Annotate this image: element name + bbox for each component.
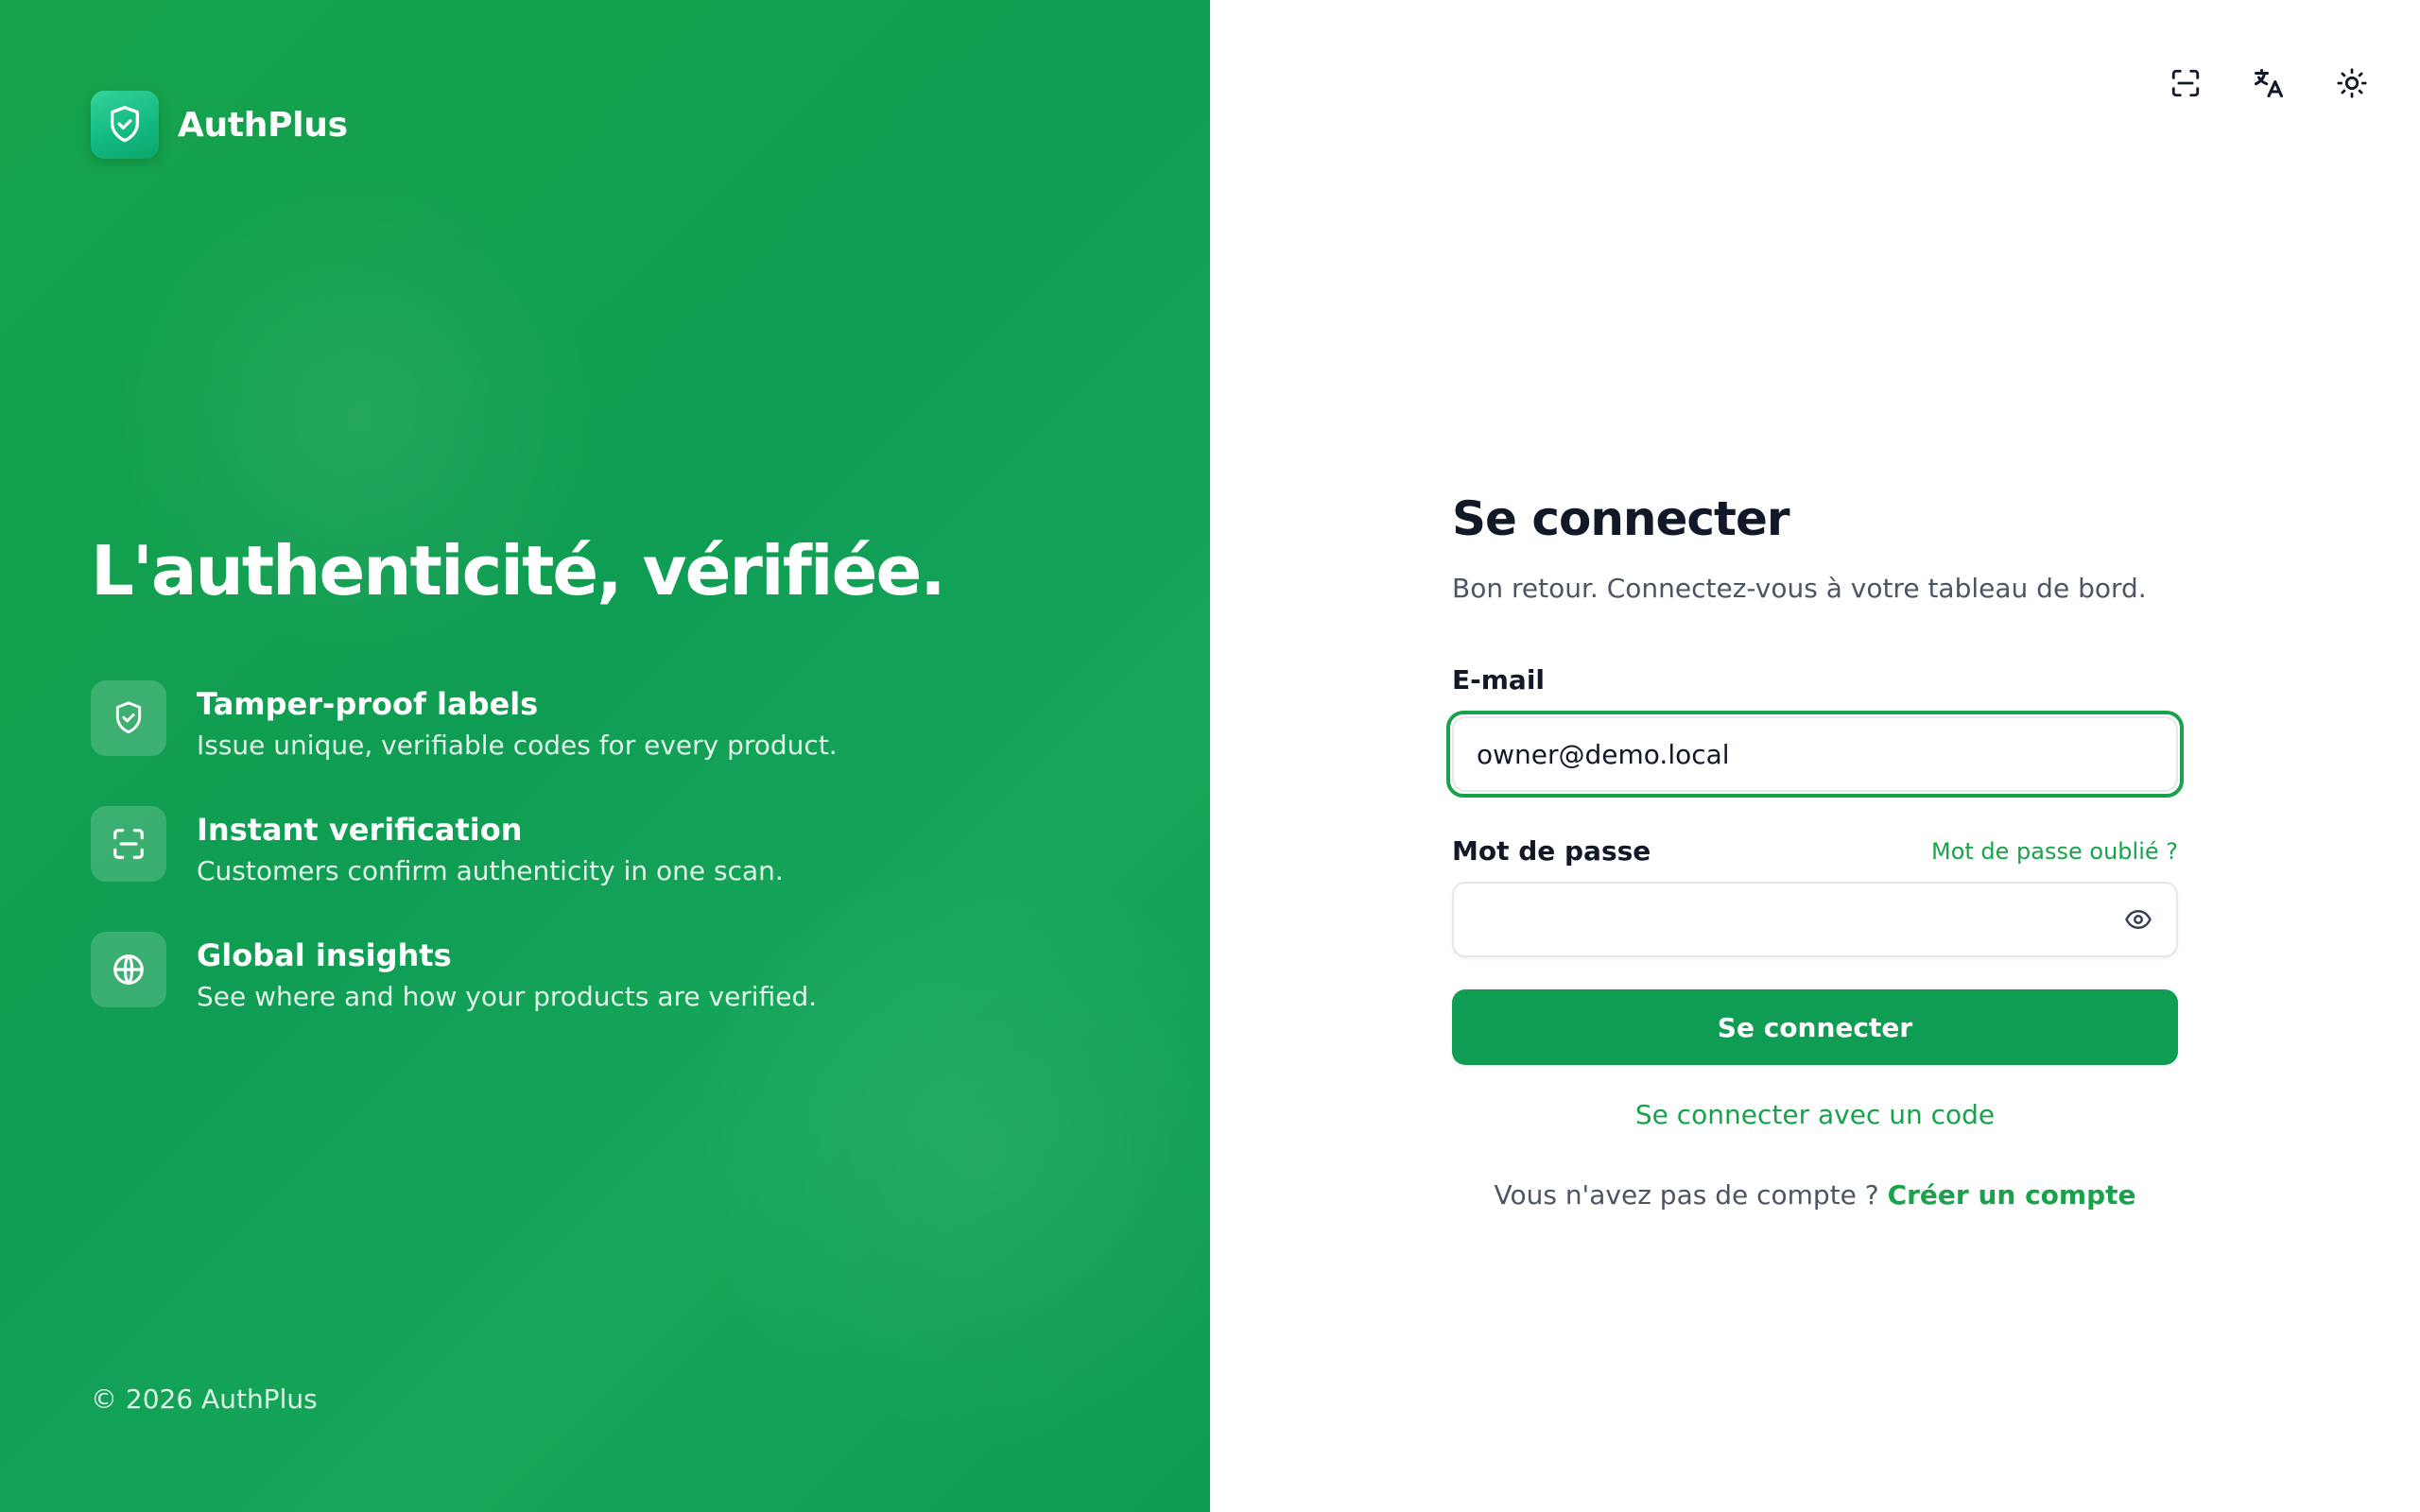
form-title: Se connecter: [1452, 491, 1790, 546]
sign-in-button[interactable]: Se connecter: [1452, 989, 2178, 1065]
brand-panel: AuthPlus L'authenticité, vérifiée. Tampe…: [0, 0, 1210, 1512]
scan-icon: [91, 806, 166, 882]
feature-item: Instant verification Customers confirm a…: [91, 806, 838, 886]
shield-check-icon: [91, 680, 166, 756]
feature-title: Global insights: [197, 937, 452, 973]
top-toolbar: [2163, 60, 2375, 106]
shield-check-icon: [91, 91, 159, 159]
password-field[interactable]: [1452, 882, 2178, 957]
login-panel: Se connecter Bon retour. Connectez-vous …: [1210, 0, 2420, 1512]
password-label-row: Mot de passe Mot de passe oublié ?: [1452, 835, 2178, 867]
brand-name: AuthPlus: [178, 105, 348, 145]
feature-item: Global insights See where and how your p…: [91, 932, 838, 1012]
login-form: Se connecter Bon retour. Connectez-vous …: [1446, 491, 2184, 1211]
feature-description: Issue unique, verifiable codes for every…: [197, 730, 838, 761]
feature-list: Tamper-proof labels Issue unique, verifi…: [91, 680, 838, 1012]
form-subtitle: Bon retour. Connectez-vous à votre table…: [1452, 573, 2147, 604]
feature-title: Instant verification: [197, 812, 523, 848]
forgot-password-link[interactable]: Mot de passe oublié ?: [1931, 838, 2178, 865]
eye-icon[interactable]: [2121, 902, 2155, 936]
email-field[interactable]: [1452, 716, 2178, 792]
email-field-wrapper: [1446, 711, 2184, 798]
feature-description: Customers confirm authenticity in one sc…: [197, 855, 784, 886]
brand: AuthPlus: [91, 91, 348, 159]
password-label: Mot de passe: [1452, 835, 1651, 867]
feature-title: Tamper-proof labels: [197, 686, 539, 722]
email-label: E-mail: [1452, 664, 1546, 696]
globe-icon: [91, 932, 166, 1007]
sign-in-with-code-link[interactable]: Se connecter avec un code: [1452, 1099, 2178, 1130]
email-label-row: E-mail: [1452, 664, 2178, 696]
copyright: © 2026 AuthPlus: [91, 1383, 318, 1415]
signup-prompt: Vous n'avez pas de compte ?: [1494, 1179, 1888, 1211]
signup-row: Vous n'avez pas de compte ? Créer un com…: [1452, 1179, 2178, 1211]
scan-icon[interactable]: [2163, 60, 2208, 106]
translate-icon[interactable]: [2246, 60, 2291, 106]
create-account-link[interactable]: Créer un compte: [1888, 1179, 2136, 1211]
feature-description: See where and how your products are veri…: [197, 981, 818, 1012]
feature-item: Tamper-proof labels Issue unique, verifi…: [91, 680, 838, 761]
hero-title: L'authenticité, vérifiée.: [91, 531, 946, 610]
theme-toggle-icon[interactable]: [2329, 60, 2375, 106]
password-field-wrapper: [1452, 882, 2178, 957]
